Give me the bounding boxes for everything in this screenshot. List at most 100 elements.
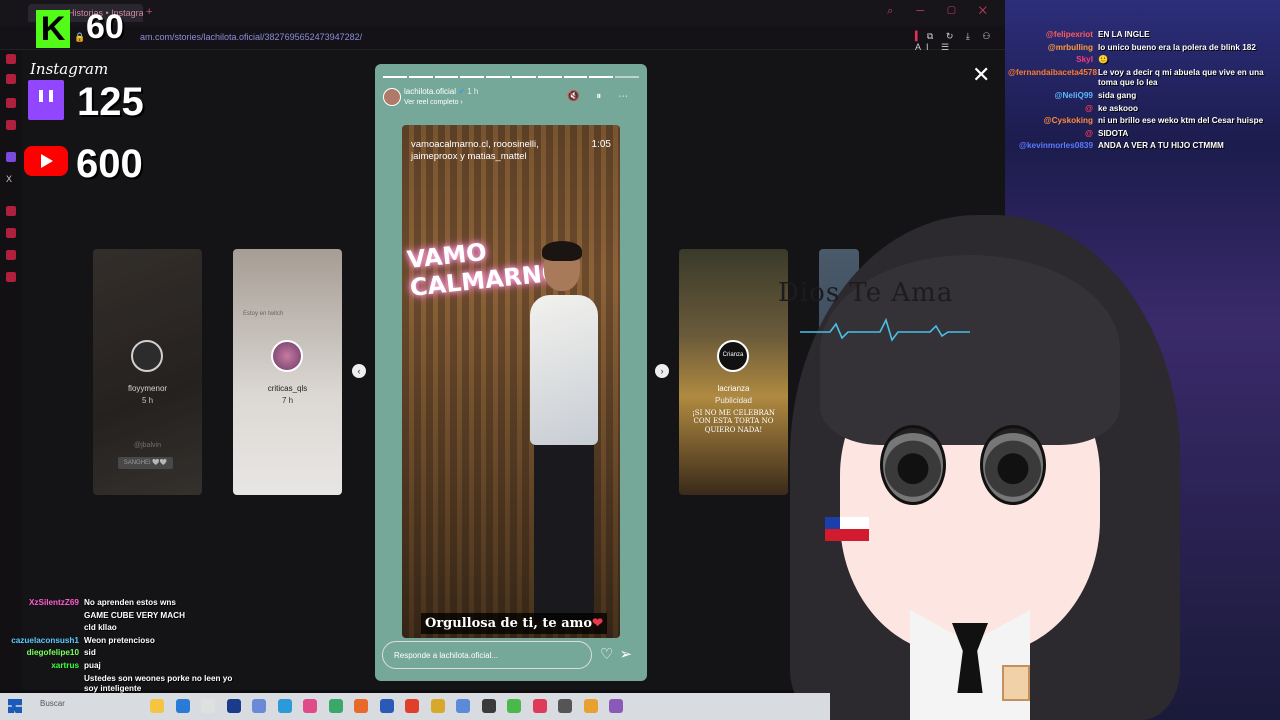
chat-username[interactable]: cazuelaconsush1	[4, 636, 84, 647]
progress-segment	[434, 76, 459, 78]
taskbar-app-icon[interactable]	[456, 699, 470, 713]
progress-segment	[460, 76, 485, 78]
chat-message: GAME CUBE VERY MACH	[4, 611, 240, 622]
sidebar-app-icon[interactable]	[6, 120, 16, 130]
browser-tabbar: Historias • Instagram + ⌕ ─ ▢ ✕	[0, 0, 1005, 26]
chat-message: @ ke askooo	[1008, 104, 1276, 115]
chat-username[interactable]	[4, 611, 84, 622]
youtube-icon	[24, 146, 68, 176]
chat-text: EN LA INGLE	[1098, 30, 1150, 39]
story-video[interactable]: VAMO CALMARNO vamoacalmarno.cl, rooosine…	[402, 125, 620, 638]
chat-username[interactable]: @felipexriot	[1008, 30, 1098, 41]
taskbar-app-icon[interactable]	[430, 699, 445, 713]
chat-overlay-top: @felipexriot EN LA INGLE @mrbulling lo unic…	[1008, 30, 1276, 154]
taskbar-app-icon[interactable]	[303, 699, 317, 713]
taskbar-app-icon[interactable]	[405, 699, 419, 713]
taskbar-app-icon[interactable]	[609, 699, 623, 713]
taskbar-app-icon[interactable]	[277, 699, 292, 713]
chat-username[interactable]: @mrbulling	[1008, 43, 1098, 54]
chat-username[interactable]	[4, 674, 84, 695]
taskbar-app-icon[interactable]	[379, 699, 394, 713]
taskbar-app-icon[interactable]	[558, 699, 572, 713]
sidebar-app-icon[interactable]	[6, 98, 16, 108]
chat-username[interactable]: diegofelipe10	[4, 648, 84, 659]
video-credits: vamoacalmarno.cl, rooosinelli, jaimeproo…	[411, 139, 539, 162]
chat-username[interactable]: xartrus	[4, 661, 84, 672]
heart-icon: ❤	[592, 616, 603, 631]
progress-segment	[589, 76, 614, 78]
reply-input[interactable]: Responde a lachilota.oficial...	[382, 641, 592, 669]
chat-text: Ustedes son weones porke no leen yo soy …	[84, 673, 233, 694]
taskbar-app-icon[interactable]	[532, 699, 547, 713]
avatar-label: Crianza	[722, 352, 744, 358]
sidebar-app-icon[interactable]	[6, 228, 16, 238]
story-username: lacrianza	[717, 384, 750, 393]
avatar-eye	[980, 425, 1046, 505]
view-reel-link[interactable]: Ver reel completo ›	[404, 99, 463, 106]
screen: Historias • Instagram + ⌕ ─ ▢ ✕ 🔒 am.com…	[0, 0, 1280, 720]
taskbar-app-icon[interactable]	[226, 699, 241, 713]
verified-icon: ✔	[458, 87, 465, 96]
side-story-lacrianza[interactable]: Crianza lacrianza Publicidad ¡SI NO ME C…	[679, 249, 788, 495]
sidebar-x-icon[interactable]: X	[6, 174, 16, 184]
taskbar-app-icon[interactable]	[252, 699, 266, 713]
chat-username[interactable]: @	[1008, 104, 1098, 115]
url-input[interactable]: am.com/stories/lachilota.oficial/3827695…	[140, 32, 362, 42]
taskbar-app-icon[interactable]	[481, 699, 496, 713]
chat-username[interactable]: @Cyskoking	[1008, 116, 1098, 127]
instagram-logo[interactable]: Instagram	[30, 60, 108, 78]
sidebar-twitch-icon[interactable]	[6, 152, 16, 162]
chat-username[interactable]: Skyl	[1008, 55, 1098, 66]
chat-username[interactable]: @fernandaibaceta4578	[1008, 68, 1098, 89]
chat-username[interactable]: XzSilentzZ69	[4, 598, 84, 609]
story-controls[interactable]: 🔇 ⏸ ⋯	[567, 91, 635, 102]
chat-message: @Cyskoking ni un brillo ese weko ktm del …	[1008, 116, 1276, 127]
lock-icon: 🔒	[74, 32, 86, 42]
close-stories-button[interactable]: ✕	[972, 64, 990, 86]
story-username[interactable]: lachilota.oficial ✔ 1 h	[404, 87, 478, 96]
chat-message: diegofelipe10 sid	[4, 648, 240, 659]
chat-text: GAME CUBE VERY MACH	[84, 610, 185, 620]
main-story[interactable]: lachilota.oficial ✔ 1 h Ver reel complet…	[375, 64, 647, 681]
chat-text: SIDOTA	[1098, 128, 1129, 138]
story-progress	[383, 76, 639, 78]
send-icon[interactable]: ➢	[619, 646, 638, 663]
progress-segment	[383, 76, 407, 78]
chat-username[interactable]: @	[1008, 129, 1098, 140]
side-story-criticas-qls[interactable]: Estoy en twitch criticas_qls 7 h	[233, 249, 342, 495]
chat-text: sid	[84, 648, 96, 658]
like-icon[interactable]: ♡	[600, 646, 619, 663]
taskbar-search[interactable]: Buscar	[40, 699, 65, 708]
sidebar-settings-icon[interactable]	[6, 272, 16, 282]
story-sticker: Estoy en twitch	[243, 311, 284, 317]
avatar[interactable]	[383, 88, 401, 106]
window-controls[interactable]: ⌕ ─ ▢ ✕	[887, 5, 997, 18]
chat-text: puaj	[84, 660, 101, 670]
taskbar-app-icon[interactable]	[175, 699, 190, 713]
chat-text: Le voy a decir q mi abuela que vive en u…	[1098, 67, 1264, 88]
sidebar-app-icon[interactable]	[6, 54, 16, 64]
chat-username[interactable]: @NeliQ99	[1008, 91, 1098, 102]
taskbar-app-icon[interactable]	[328, 699, 343, 713]
sidebar-app-icon[interactable]	[6, 206, 16, 216]
chat-username[interactable]	[4, 623, 84, 634]
story-actions: ♡➢	[600, 645, 638, 663]
taskbar-app-icon[interactable]	[507, 699, 521, 713]
sidebar-app-icon[interactable]	[6, 250, 16, 260]
taskbar-app-icon[interactable]	[583, 699, 598, 713]
progress-segment	[408, 76, 433, 78]
taskbar-app-icon[interactable]	[354, 699, 368, 713]
new-tab-button[interactable]: +	[146, 6, 152, 18]
side-story-floyymenor[interactable]: floyymenor 5 h @jbalvin SANGHEI 🤍🤍	[93, 249, 202, 495]
start-icon[interactable]	[8, 699, 22, 713]
person	[524, 241, 604, 620]
taskbar-app-icon[interactable]	[150, 699, 164, 713]
taskbar-app-icon[interactable]	[201, 699, 215, 713]
chat-message: @felipexriot EN LA INGLE	[1008, 30, 1276, 41]
chat-text: sida gang	[1098, 90, 1137, 100]
sidebar-app-icon[interactable]	[6, 74, 16, 84]
prev-story-button[interactable]: ‹	[352, 364, 366, 378]
chat-username[interactable]: @kevinmorles0839	[1008, 141, 1098, 152]
video-time: 1:05	[591, 139, 611, 150]
next-story-button[interactable]: ›	[655, 364, 669, 378]
